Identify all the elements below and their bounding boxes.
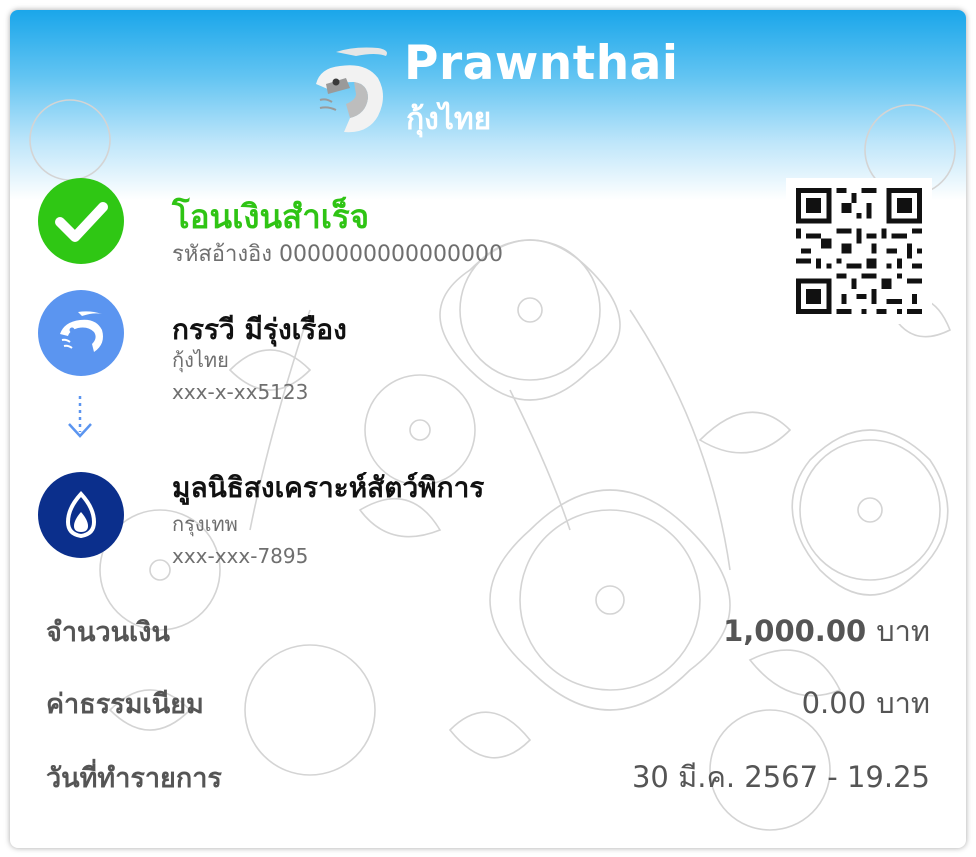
qr-code[interactable] [786,178,932,324]
amount-value: 1,000.00 [723,614,867,648]
fee-unit: บาท [876,686,930,720]
sender-bank: กุ้งไทย [172,348,229,372]
reference-number: 0000000000000000 [279,242,503,267]
receiver-account: xxx-xxx-7895 [172,544,309,568]
receiver-bank-logo [38,472,124,558]
receiver-name: มูลนิธิสงเคราะห์สัตว์พิการ [172,471,485,504]
transfer-slip: Prawnthai กุ้งไทย โอนเงินสำเร็จ รหัสอ้าง… [10,10,966,848]
prawn-bank-icon [60,311,103,352]
fee-label: ค่าธรรมเนียม [46,689,204,720]
lotus-bank-icon [65,491,97,539]
receiver-bank: กรุงเทพ [172,512,238,536]
date-value: 30 มี.ค. 2567 - 19.25 [631,760,930,794]
brand-name-th: กุ้งไทย [406,102,492,137]
amount-unit: บาท [876,614,930,648]
brand-name-en: Prawnthai [404,36,679,91]
fee-value: 0.00 [801,686,867,720]
date-label: วันที่ทำรายการ [46,763,222,794]
fee-row-value: 0.00 บาท [802,680,930,726]
sender-account: xxx-x-xx5123 [172,380,309,404]
reference-line: รหัสอ้างอิง 0000000000000000 [172,236,503,271]
success-badge [38,178,124,264]
prawn-logo-icon [316,47,387,133]
checkmark-icon [55,202,108,242]
arrow-down-dotted-icon [68,396,92,438]
amount-row-value: 1,000.00 บาท [723,608,930,654]
amount-label: จำนวนเงิน [46,617,170,648]
reference-label: รหัสอ้างอิง [172,242,273,267]
sender-bank-logo [38,290,124,376]
